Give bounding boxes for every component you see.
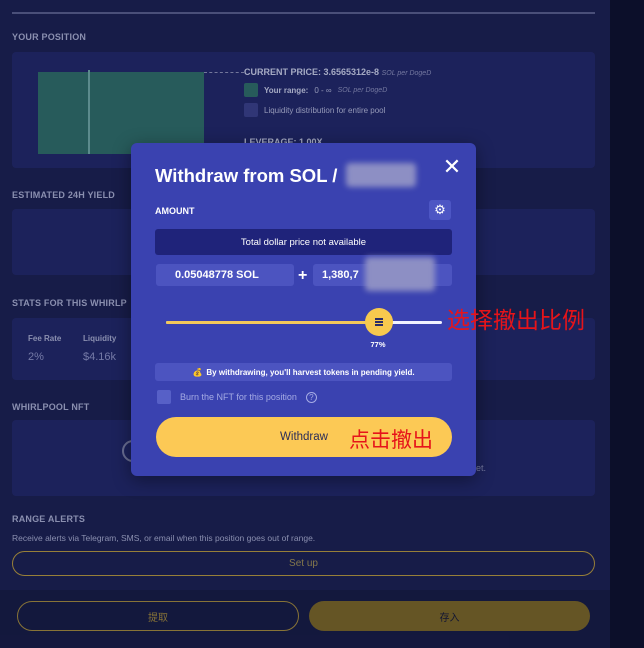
gear-icon[interactable]: ⚙ [429, 200, 451, 220]
drag-handle-icon [374, 318, 383, 326]
withdraw-percent-slider-fill [166, 321, 379, 324]
close-icon[interactable]: ✕ [442, 156, 462, 178]
slider-annotation: 选择撤出比例 [447, 308, 585, 334]
total-dollar-price: Total dollar price not available [155, 229, 452, 255]
help-icon[interactable]: ? [305, 391, 317, 403]
slider-thumb-handle[interactable] [364, 308, 393, 336]
amount-label: AMOUNT [155, 206, 195, 216]
plus-sign: + [298, 267, 308, 284]
token-amount-value: 1,380,7 [322, 269, 359, 281]
burn-nft-checkbox[interactable] [157, 390, 171, 404]
harvest-info-text: By withdrawing, you'll harvest tokens in… [206, 367, 415, 377]
harvest-info-bar: 💰 By withdrawing, you'll harvest tokens … [155, 363, 452, 381]
redacted-token-amount [365, 257, 435, 291]
page-gutter [610, 0, 644, 648]
slider-percent-label: 77% [370, 340, 386, 349]
sol-amount-value: 0.05048778 SOL [175, 269, 259, 281]
sol-amount-field: 0.05048778 SOL [156, 264, 294, 286]
redacted-token-name [346, 163, 416, 187]
withdraw-button-label: Withdraw [280, 431, 328, 443]
burn-nft-label: Burn the NFT for this position [180, 392, 297, 402]
withdraw-annotation: 点击撤出 [349, 428, 433, 452]
modal-title: Withdraw from SOL / [155, 165, 338, 186]
money-bag-icon: 💰 [192, 367, 203, 377]
burn-nft-option: Burn the NFT for this position ? [157, 390, 317, 404]
